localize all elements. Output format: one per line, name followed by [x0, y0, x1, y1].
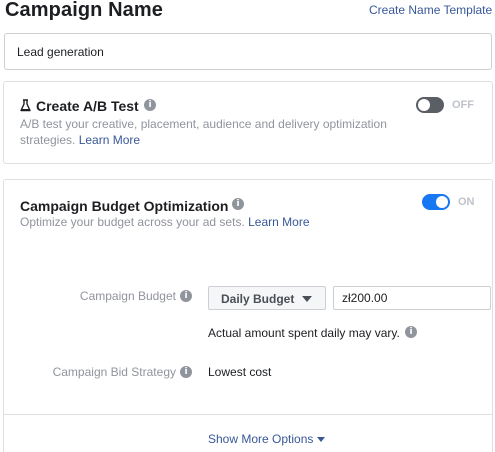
ab-test-toggle-label: OFF [452, 99, 474, 111]
campaign-name-title: Campaign Name [5, 0, 164, 21]
show-more-options-link[interactable]: Show More Options [208, 432, 326, 446]
budget-optimization-info-icon[interactable]: i [232, 198, 244, 210]
toggle-knob [418, 99, 430, 111]
ab-test-learn-more-link[interactable]: Learn More [79, 133, 140, 147]
show-more-options-label: Show More Options [208, 432, 314, 446]
create-name-template-link[interactable]: Create Name Template [369, 3, 492, 17]
budget-optimization-learn-more-link[interactable]: Learn More [248, 215, 309, 229]
toggle-knob [436, 196, 448, 208]
campaign-name-input[interactable] [4, 33, 492, 70]
budget-type-dropdown[interactable]: Daily Budget [208, 286, 326, 310]
ab-test-toggle[interactable] [416, 97, 444, 113]
budget-type-label: Daily Budget [221, 292, 295, 306]
budget-optimization-title: Campaign Budget Optimization [20, 198, 229, 214]
budget-optimization-toggle[interactable] [422, 194, 450, 210]
ab-test-description-text: A/B test your creative, placement, audie… [20, 117, 387, 147]
budget-note: Actual amount spent daily may vary. [208, 326, 400, 340]
budget-optimization-description: Optimize your budget across your ad sets… [20, 214, 400, 230]
budget-note-info-icon[interactable]: i [405, 326, 417, 338]
bid-strategy-value: Lowest cost [208, 365, 272, 379]
caret-down-icon [317, 437, 326, 443]
budget-optimization-toggle-label: ON [458, 196, 475, 208]
ab-test-info-icon[interactable]: i [144, 99, 156, 111]
ab-test-description: A/B test your creative, placement, audie… [20, 116, 400, 148]
bid-strategy-info-icon[interactable]: i [180, 366, 192, 378]
bid-strategy-label: Campaign Bid Strategy [52, 365, 176, 379]
campaign-budget-info-icon[interactable]: i [180, 290, 192, 302]
divider [4, 414, 492, 415]
budget-amount-input[interactable] [333, 286, 491, 310]
budget-optimization-description-text: Optimize your budget across your ad sets… [20, 215, 245, 229]
ab-test-title: Create A/B Test [36, 98, 139, 114]
flask-icon [20, 99, 31, 117]
caret-down-icon [302, 296, 312, 302]
campaign-budget-label: Campaign Budget [79, 289, 176, 303]
